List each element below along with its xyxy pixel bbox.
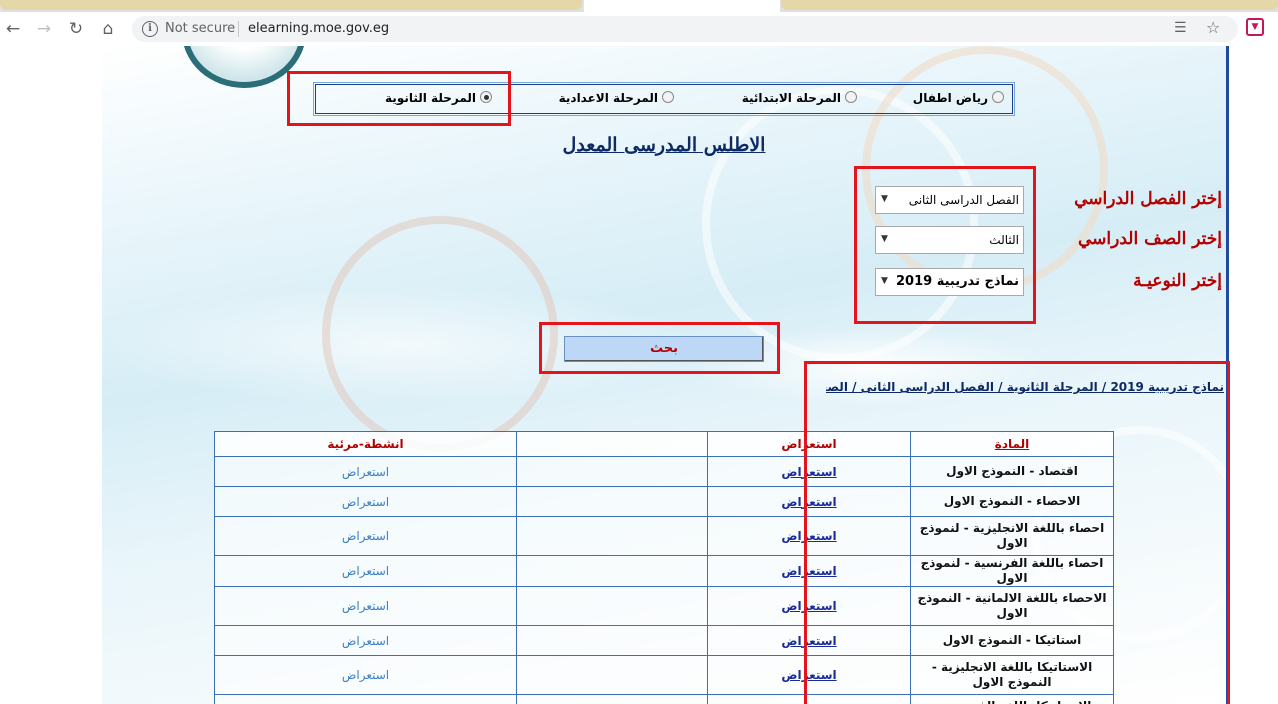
table-row: استاتيكا - النموذج الاول استعراض استعراض <box>214 625 1114 656</box>
translate-icon[interactable]: ☰ <box>1174 20 1187 36</box>
decor-ring <box>322 216 558 452</box>
dropdown-arrow-icon: ▼ <box>881 234 888 244</box>
view-link[interactable]: استعراض <box>781 634 836 648</box>
radio-secondary[interactable] <box>480 91 492 103</box>
breadcrumb[interactable]: نماذج تدريبية 2019 / المرحلة الثانوية / … <box>826 380 1224 394</box>
empty-cell <box>516 456 708 487</box>
table-row: الاحصاء باللغة الالمانية - النموذج الاول… <box>214 586 1114 626</box>
activity-link[interactable]: استعراض <box>342 599 389 613</box>
term-label: إختر الفصل الدراسي <box>1074 189 1222 209</box>
url-text[interactable]: elearning.moe.gov.eg <box>248 21 389 36</box>
tab-strip <box>0 0 1278 12</box>
type-select[interactable]: نماذج تدريبية 2019 ▼ <box>875 268 1024 296</box>
type-label: إختر النوعيـة <box>1133 271 1222 291</box>
header-activities: انشطة-مرئية <box>214 431 517 457</box>
browser-tab[interactable] <box>0 0 582 10</box>
type-select-value: نماذج تدريبية 2019 <box>895 274 1019 289</box>
view-link[interactable]: استعراض <box>781 495 836 509</box>
activity-link[interactable]: استعراض <box>342 634 389 648</box>
empty-cell <box>516 586 708 626</box>
subject-name: الاحصاء - النموذج الاول <box>910 486 1114 517</box>
info-icon[interactable]: i <box>142 21 158 37</box>
table-row: احصاء باللغة الفرنسية - لنموذج الاول است… <box>214 555 1114 587</box>
subject-name: استاتيكا - النموذج الاول <box>910 625 1114 656</box>
table-row: اقتصاد - النموذج الاول استعراض استعراض <box>214 456 1114 487</box>
view-link[interactable]: استعراض <box>781 668 836 682</box>
table-header-row: المادة استعراض انشطة-مرئية <box>214 431 1114 457</box>
dropdown-arrow-icon: ▼ <box>881 194 888 204</box>
table-row: الاحصاء - النموذج الاول استعراض استعراض <box>214 486 1114 517</box>
table-row: الاستاتيكا باللغة الانجليزية - النموذج ا… <box>214 655 1114 695</box>
stage-option-secondary[interactable]: المرحلة الثانوية <box>385 91 492 105</box>
subjects-table: المادة استعراض انشطة-مرئية اقتصاد - النم… <box>214 431 1114 704</box>
view-link[interactable]: استعراض <box>781 564 836 578</box>
radio-preparatory[interactable] <box>662 91 674 103</box>
activity-link[interactable]: استعراض <box>342 529 389 543</box>
extension-icon[interactable]: ▼ <box>1246 18 1264 36</box>
decor-ring <box>862 46 1108 292</box>
header-subject: المادة <box>910 431 1114 457</box>
view-link[interactable]: استعراض <box>781 529 836 543</box>
page-border <box>1226 46 1229 704</box>
url-separator <box>238 21 239 37</box>
subject-name: الاستاتيكا باللغة الانجليزية - النموذج ا… <box>910 655 1114 695</box>
activity-link[interactable]: استعراض <box>342 564 389 578</box>
security-status[interactable]: Not secure <box>165 21 235 36</box>
dropdown-arrow-icon: ▼ <box>881 276 888 286</box>
empty-cell <box>516 655 708 695</box>
empty-cell <box>516 516 708 556</box>
reload-icon[interactable]: ↻ <box>65 18 87 40</box>
home-icon[interactable]: ⌂ <box>97 18 119 40</box>
web-page: رياض اطفال المرحلة الابتدائية المرحلة ال… <box>0 46 1278 704</box>
forward-icon[interactable]: → <box>33 18 55 40</box>
page-title: الاطلس المدرسى المعدل <box>562 134 766 156</box>
activity-link[interactable]: استعراض <box>342 668 389 682</box>
search-button[interactable]: بحث <box>564 336 764 362</box>
subject-name: الاحصاء باللغة الالمانية - النموذج الاول <box>910 586 1114 626</box>
grade-select[interactable]: الثالث ▼ <box>875 226 1024 254</box>
stage-label: المرحلة الابتدائية <box>741 91 841 105</box>
stage-selector: رياض اطفال المرحلة الابتدائية المرحلة ال… <box>313 82 1015 116</box>
stage-option-primary[interactable]: المرحلة الابتدائية <box>742 91 857 105</box>
header-blank <box>516 431 708 457</box>
stage-label: رياض اطفال <box>912 91 988 105</box>
empty-cell <box>516 625 708 656</box>
back-icon[interactable]: ← <box>2 18 24 40</box>
empty-cell <box>516 486 708 517</box>
browser-toolbar: ← → ↻ ⌂ i Not secure elearning.moe.gov.e… <box>0 12 1278 47</box>
star-icon[interactable]: ☆ <box>1206 18 1220 37</box>
subject-name: الاستاتيكا باللغة الفرنسية - النموذج الا… <box>910 694 1114 704</box>
term-select-value: الفصل الدراسى الثانى <box>908 193 1019 207</box>
stage-option-preparatory[interactable]: المرحلة الاعدادية <box>559 91 674 105</box>
table-row: احصاء باللغة الانجليزية - لنموذج الاول ا… <box>214 516 1114 556</box>
browser-tab-active[interactable] <box>584 0 780 12</box>
empty-cell <box>516 694 708 704</box>
grade-select-value: الثالث <box>989 233 1019 247</box>
header-view: استعراض <box>707 431 911 457</box>
subject-name: احصاء باللغة الفرنسية - لنموذج الاول <box>910 555 1114 587</box>
empty-cell <box>516 555 708 587</box>
table-row: الاستاتيكا باللغة الفرنسية - النموذج الا… <box>214 694 1114 704</box>
subject-name: اقتصاد - النموذج الاول <box>910 456 1114 487</box>
radio-kindergarten[interactable] <box>992 91 1004 103</box>
stage-label: المرحلة الثانوية <box>385 91 476 105</box>
view-link[interactable]: استعراض <box>781 465 836 479</box>
subject-name: احصاء باللغة الانجليزية - لنموذج الاول <box>910 516 1114 556</box>
browser-tab[interactable] <box>781 0 1278 10</box>
radio-primary[interactable] <box>845 91 857 103</box>
stage-option-kindergarten[interactable]: رياض اطفال <box>913 91 1004 105</box>
stage-label: المرحلة الاعدادية <box>558 91 658 105</box>
term-select[interactable]: الفصل الدراسى الثانى ▼ <box>875 186 1024 214</box>
address-bar[interactable]: i Not secure elearning.moe.gov.eg ☰ ☆ <box>132 16 1238 42</box>
view-link[interactable]: استعراض <box>781 599 836 613</box>
activity-link[interactable]: استعراض <box>342 495 389 509</box>
activity-link[interactable]: استعراض <box>342 465 389 479</box>
grade-label: إختر الصف الدراسي <box>1078 229 1222 249</box>
